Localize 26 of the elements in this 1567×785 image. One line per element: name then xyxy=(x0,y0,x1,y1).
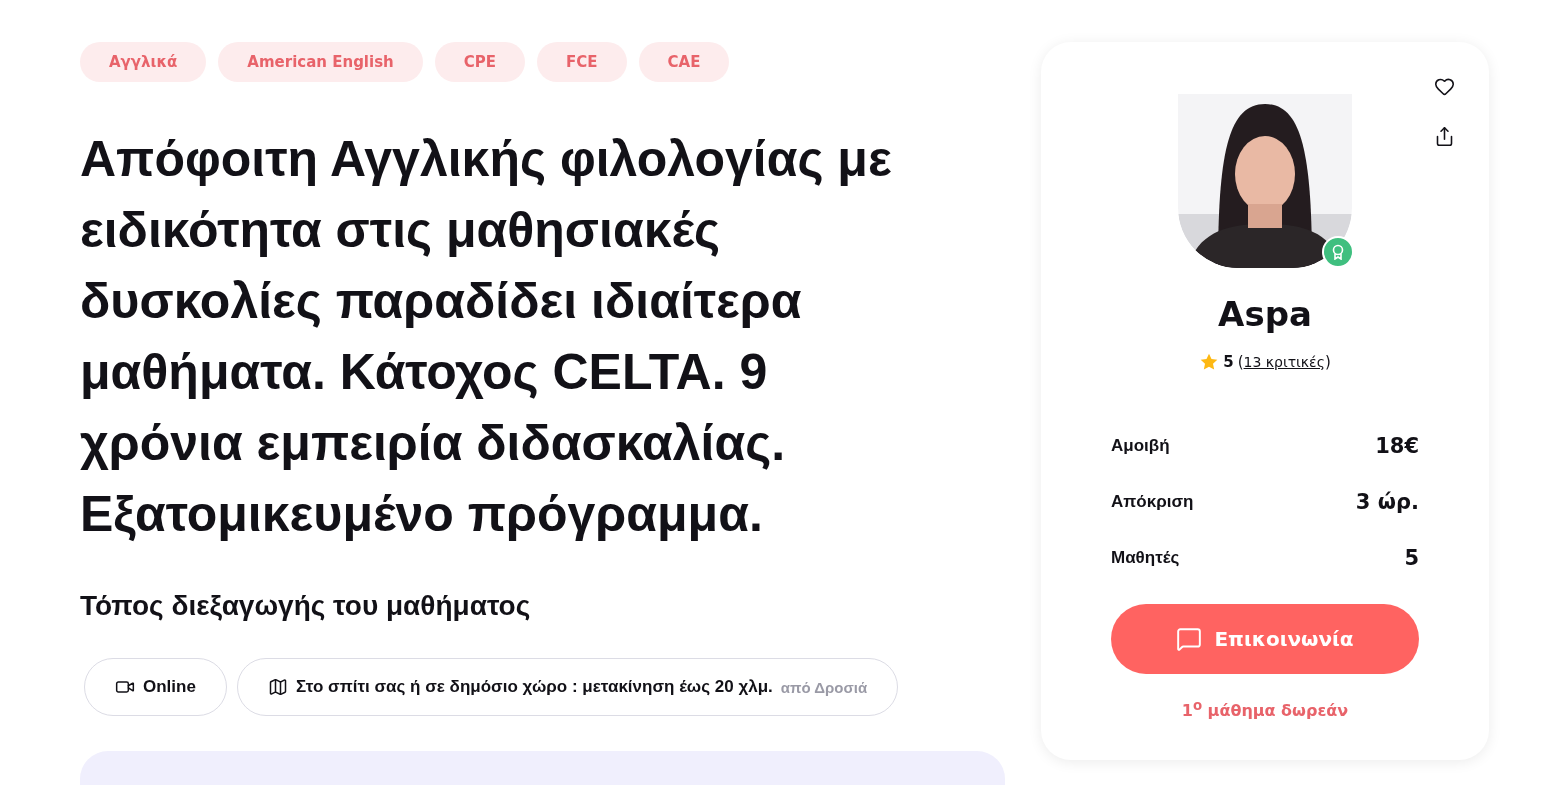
section-title: Τόπος διεξαγωγής του μαθήματος xyxy=(80,590,532,622)
favorite-button[interactable] xyxy=(1434,76,1455,97)
contact-button[interactable]: Επικοινωνία xyxy=(1111,604,1419,674)
chat-icon xyxy=(1176,626,1203,652)
stat-label: Μαθητές xyxy=(1111,548,1180,568)
location-label: Στο σπίτι σας ή σε δημόσιο χώρο : μετακίνηση έως 20 χλμ. xyxy=(295,677,773,697)
rating-value: 5 xyxy=(1223,353,1234,371)
tutor-name: Aspa xyxy=(1218,294,1312,334)
subject-tag[interactable]: American English xyxy=(218,42,423,82)
stat-value: 5 xyxy=(1404,546,1419,570)
stat-value: 18€ xyxy=(1375,434,1419,458)
star-icon xyxy=(1199,352,1220,372)
subject-tag[interactable]: FCE xyxy=(537,42,627,82)
share-button[interactable] xyxy=(1434,126,1455,147)
location-note: από Δροσιά xyxy=(780,678,868,696)
subject-tag[interactable]: CAE xyxy=(638,42,730,82)
stat-label: Απόκριση xyxy=(1111,492,1194,512)
location-label: Online xyxy=(143,677,196,697)
map-icon xyxy=(267,677,288,697)
reviews-link[interactable]: (13 κριτικές) xyxy=(1237,353,1331,371)
free-lesson-text: 1$^{ο}$ μάθημα δωρεάν xyxy=(1181,698,1349,721)
subject-tag[interactable]: Αγγλικά xyxy=(80,42,207,82)
headline: Απόφοιτη Αγγλικής φιλολογίας με ειδικότητα στις μαθησιακές δυσκολίες παραδίδει ιδιαίτερα μαθήματα. Κάτοχος CELTA. 9 χρόνια εμπειρία διδασκαλίας. Εξατομικευμένο πρόγραμμα. xyxy=(80,130,893,544)
stat-label: Αμοιβή xyxy=(1111,436,1170,456)
stat-value: 3 ώρ. xyxy=(1355,490,1419,514)
subject-tag[interactable]: CPE xyxy=(434,42,525,82)
